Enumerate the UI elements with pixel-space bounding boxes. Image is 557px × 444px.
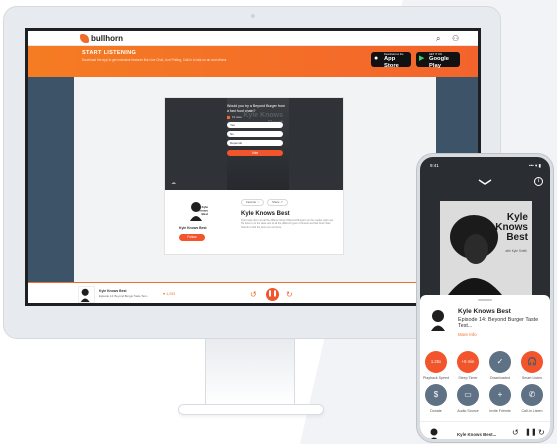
app-store-button[interactable]: ● Download on the App Store [371,52,411,69]
poll-option-yes[interactable]: Yes [227,122,283,129]
mini-title: Kyle Knows Best... [457,432,497,437]
sheet-episode: Episode 14: Beyond Burger Taste Test... [458,317,539,329]
playback-speed-value: 1.25x [430,359,442,364]
player-episode: Episode 14: Beyond Burger Taste Test... [99,294,149,298]
downloaded-label: Downloaded [490,376,510,380]
heart-icon: ♡ [256,200,260,204]
vote-button[interactable]: Vote [227,150,283,157]
app-store-label: App Store [384,56,399,69]
poll-icon [227,116,230,120]
poll-overlay: Would you try a Beyond Burger from a fas… [221,100,289,188]
speaker-icon: ▭ [464,390,472,399]
audio-source-label: Audio Source [457,409,479,413]
bullhorn-icon [80,34,89,43]
google-play-button[interactable]: ▶ GET IT ON Google Play [416,52,460,69]
google-play-label: Google Play [429,56,449,69]
player-thumbnail [78,286,95,303]
forward-icon[interactable]: ↻ [286,290,293,299]
audio-source-button[interactable]: ▭ [457,384,479,406]
playback-speed-label: Playback Speed [423,376,449,380]
favorite-pill[interactable]: Favorite ♡ [241,199,265,206]
sheet-show: Kyle Knows Best [458,308,511,315]
stage: bullhorn ⌕ ⚇ START LISTENING Download th… [0,0,557,444]
poll-meta: 19 votes [227,116,289,120]
poll-votes: 19 votes [232,116,242,120]
mini-forward-icon[interactable]: ↻ [538,428,545,438]
smart-listen-button[interactable]: 🎧 [521,351,543,373]
pause-button[interactable]: ❚❚ [266,288,279,301]
downloaded-button[interactable]: ✓ [489,351,511,373]
add-user-icon: + [497,390,503,399]
cover-host: with Kyle Smith [505,249,527,253]
favorite-label: Favorite [246,200,257,204]
poll-question: Would you try a Beyond Burger from a fas… [227,104,286,113]
sleep-timer-label: Sleep Timer [458,376,478,380]
invite-friends-button[interactable]: + [489,384,511,406]
dollar-icon: $ [433,390,439,399]
mini-rewind-icon[interactable]: ↺ [512,428,519,438]
mini-thumbnail [430,428,438,439]
share-pill[interactable]: Share ↗ [267,199,288,206]
phone-icon: ✆ [528,390,536,399]
mini-pause-icon[interactable]: ❚❚ [525,428,537,438]
apple-icon: ● [374,55,379,62]
promo-title: START LISTENING [82,50,137,56]
playback-speed-button[interactable]: 1.25x [425,351,447,373]
headphones-icon: 🎧 [527,357,537,366]
episode-description: Kyle helps dive into all the different k… [241,219,334,229]
rewind-icon[interactable]: ↺ [250,290,257,299]
play-store-icon: ▶ [419,55,425,62]
share-label: Share [272,200,280,204]
call-in-button[interactable]: ✆ [521,384,543,406]
player-likes[interactable]: ♥ 1,293 [163,292,175,296]
user-icon[interactable]: ⚇ [452,34,459,43]
brand-logo[interactable]: bullhorn [80,34,123,43]
svg-text:Best: Best [201,212,208,216]
show-name: Kyle Knows Best [179,226,207,230]
screen: bullhorn ⌕ ⚇ START LISTENING Download th… [25,28,481,306]
follow-button[interactable]: Follow [179,234,205,241]
share-icon: ↗ [280,200,283,204]
sleep-timer-button[interactable]: +5 min [457,351,479,373]
phone: 9:41 ••• ▾ ▮ i Kyle Knows Best with Kyle… [417,154,553,442]
cover-title: Kyle Knows Best [495,212,528,243]
info-icon[interactable]: i [534,177,543,186]
top-bar: bullhorn ⌕ ⚇ [28,31,478,46]
more-info-link[interactable]: More Info [458,332,477,337]
mini-player: Kyle Knows Best... ↺ ❚❚ ↻ [420,421,550,439]
check-icon: ✓ [496,357,504,366]
call-in-label: Call-In Listen [521,409,543,413]
sleep-timer-value: +5 min [461,359,475,364]
video-panel: Kyle Knows Best Would you try a Beyond B… [165,98,343,190]
content-area: Kyle Knows Best Would you try a Beyond B… [74,77,436,282]
sheet-thumbnail [428,307,452,331]
invite-friends-label: Invite Friends [489,409,511,413]
poll-option-depends[interactable]: Depends [227,140,283,147]
smart-listen-label: Smart Listen [521,376,543,380]
episode-title: Kyle Knows Best [241,211,290,217]
donate-button[interactable]: $ [425,384,447,406]
episode-card: Kyle Knows Best Would you try a Beyond B… [164,97,344,255]
phone-cover-art: Kyle Knows Best with Kyle Smith [440,201,532,295]
search-icon[interactable]: ⌕ [436,34,440,43]
brand-name: bullhorn [91,34,123,43]
chevron-down-icon[interactable] [478,179,492,185]
chat-icon[interactable]: ☁ [171,180,176,186]
monitor-base [178,404,324,415]
phone-sheet: Kyle Knows Best Episode 14: Beyond Burge… [420,295,550,439]
camera-dot [251,14,255,18]
player-show: Kyle Knows Best [99,289,127,293]
show-thumbnail: Kyle Knows Best [187,199,209,221]
sheet-handle[interactable] [478,299,492,301]
player-bar: Kyle Knows Best Episode 14: Beyond Burge… [28,282,478,303]
promo-subtitle: Download the app to get exclusive featur… [82,58,228,62]
donate-label: Donate [430,409,442,413]
poll-option-no[interactable]: No [227,131,283,138]
monitor-neck [205,339,295,405]
phone-time: 9:41 [430,163,439,168]
phone-status-icons: ••• ▾ ▮ [529,163,541,168]
promo-banner: START LISTENING Download the app to get … [28,46,478,77]
